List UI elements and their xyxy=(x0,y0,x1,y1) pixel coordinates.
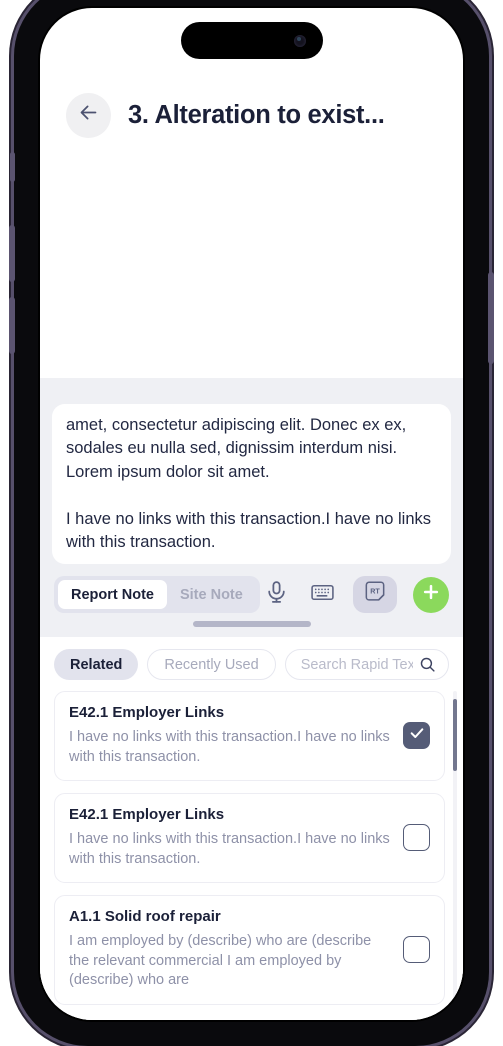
rapid-text-icon: RT xyxy=(362,579,388,610)
phone-bezel: 3. Alteration to exist... dignissim inte… xyxy=(38,6,465,1022)
rapid-text-button[interactable]: RT xyxy=(353,576,397,613)
list-item-title: E42.1 Employer Links xyxy=(69,704,225,721)
list-item[interactable]: E42.1 Employer Links I have no links wit… xyxy=(54,691,445,781)
list-item-text: A1.1 Solid roof repair I am employed by … xyxy=(69,908,393,991)
list-item-checkbox[interactable] xyxy=(403,935,430,963)
sheet-drag-handle[interactable] xyxy=(192,621,311,627)
microphone-button[interactable] xyxy=(261,580,291,610)
plus-icon xyxy=(421,582,441,607)
list-item[interactable]: E42.1 Employer Links I have no links wit… xyxy=(54,793,445,883)
segment-report-note[interactable]: Report Note xyxy=(58,580,167,609)
phone-frame: 3. Alteration to exist... dignissim inte… xyxy=(9,0,494,1046)
back-button[interactable] xyxy=(66,92,111,138)
list-item[interactable]: A1.1 Solid roof repair I am employed by … xyxy=(54,895,445,1005)
toolbar-actions: RT xyxy=(261,576,449,613)
editor-toolbar: Report Note Site Note RT xyxy=(40,564,463,613)
list-item-body: I have no links with this transaction.I … xyxy=(69,831,390,867)
note-editor-card[interactable]: dignissim interdum nisi. Lorem ipsum dol… xyxy=(52,404,451,564)
rapid-text-list: E42.1 Employer Links I have no links wit… xyxy=(40,691,463,1020)
phone-screen: 3. Alteration to exist... dignissim inte… xyxy=(40,8,463,1020)
svg-text:RT: RT xyxy=(370,587,380,595)
keyboard-button[interactable] xyxy=(307,580,337,610)
front-camera-icon xyxy=(293,34,306,47)
search-icon[interactable] xyxy=(419,656,436,673)
list-item-body: I have no links with this transaction.I … xyxy=(69,729,390,765)
add-button[interactable] xyxy=(413,576,449,613)
check-icon xyxy=(409,725,425,746)
segment-site-note[interactable]: Site Note xyxy=(167,580,256,609)
page-title: 3. Alteration to exist... xyxy=(128,100,385,129)
keyboard-icon xyxy=(310,580,335,610)
arrow-left-icon xyxy=(78,102,99,128)
note-bottom-sheet: dignissim interdum nisi. Lorem ipsum dol… xyxy=(40,378,463,1020)
list-item-checkbox[interactable] xyxy=(403,722,430,749)
rapid-text-panel: Related Recently Used Search Rapid Text … xyxy=(40,637,463,1020)
list-item-text: E42.1 Employer Links I have no links wit… xyxy=(69,806,393,869)
app-header: 3. Alteration to exist... xyxy=(40,72,463,158)
power-button[interactable] xyxy=(488,272,494,364)
volume-up-button[interactable] xyxy=(9,225,15,282)
dynamic-island xyxy=(180,22,323,59)
list-item-checkbox[interactable] xyxy=(403,824,430,851)
filter-related[interactable]: Related xyxy=(54,649,139,680)
list-item-text: E42.1 Employer Links I have no links wit… xyxy=(69,704,393,767)
note-type-segmented-control: Report Note Site Note xyxy=(54,576,260,613)
filter-recently-used[interactable]: Recently Used xyxy=(147,649,276,680)
microphone-icon xyxy=(264,580,289,610)
sheet-drag-handle-wrap xyxy=(40,613,463,637)
list-item-body: I am employed by (describe) who are (des… xyxy=(69,933,372,988)
editor-clip-mask xyxy=(52,404,451,416)
rapid-text-search[interactable] xyxy=(284,649,449,680)
note-editor-text[interactable]: dignissim interdum nisi. Lorem ipsum dol… xyxy=(66,404,437,555)
list-item-title: E42.1 Employer Links xyxy=(69,806,225,823)
mute-switch[interactable] xyxy=(10,152,15,182)
list-item-title: A1.1 Solid roof repair xyxy=(69,908,221,925)
volume-down-button[interactable] xyxy=(9,297,15,354)
rapid-text-filters: Related Recently Used xyxy=(40,637,463,691)
search-input[interactable] xyxy=(300,656,413,673)
list-scrollbar-thumb[interactable] xyxy=(453,699,457,771)
